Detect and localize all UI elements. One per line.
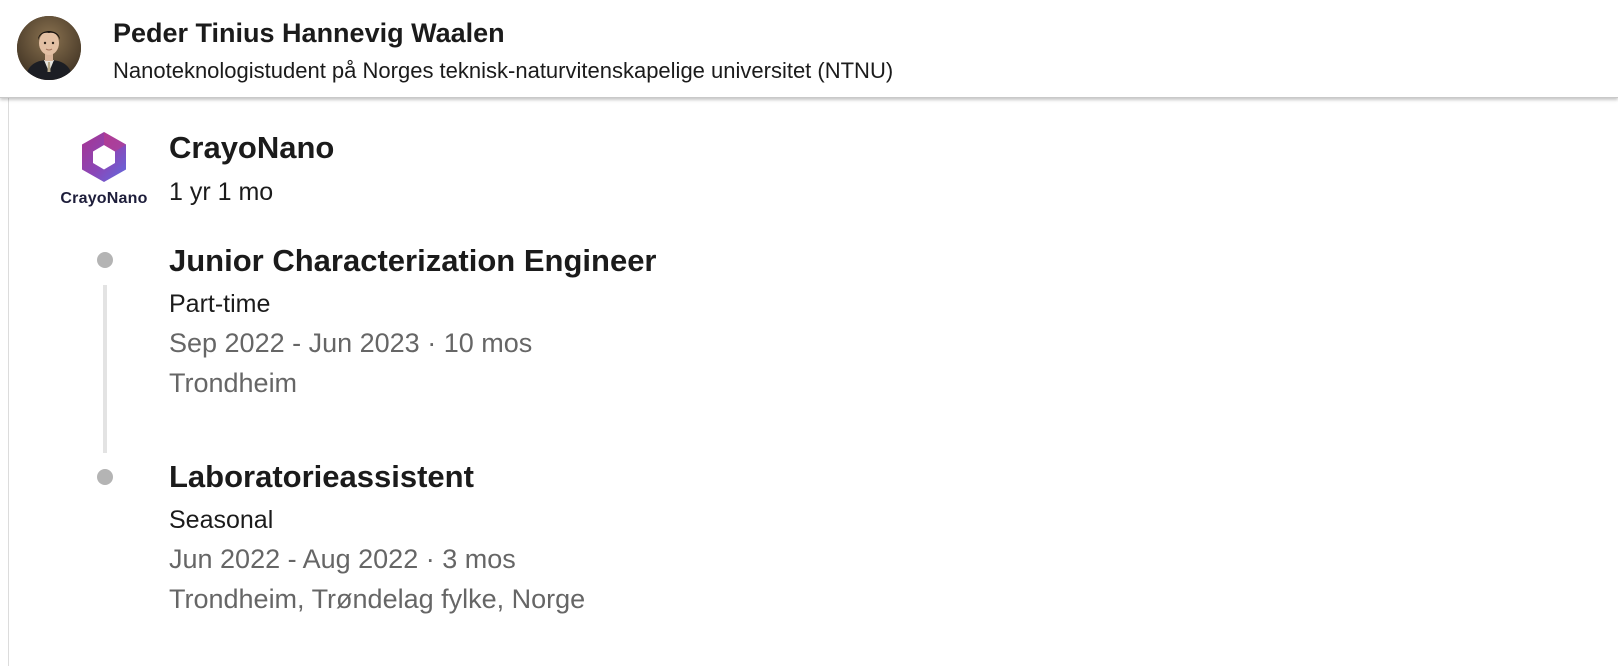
company-total-duration: 1 yr 1 mo bbox=[169, 178, 274, 206]
section-divider bbox=[8, 98, 9, 666]
position-title[interactable]: Laboratorieassistent bbox=[169, 459, 474, 495]
timeline-line bbox=[103, 285, 107, 453]
company-logo-wordmark: CrayoNano bbox=[60, 190, 148, 207]
timeline-dot bbox=[97, 252, 113, 268]
position-location: Trondheim, Trøndelag fylke, Norge bbox=[169, 584, 586, 614]
crayonano-hexagon-icon bbox=[82, 132, 126, 182]
position-dates: Sep 2022 - Jun 2023 · 10 mos bbox=[169, 328, 533, 358]
position-employment-type: Part-time bbox=[169, 290, 271, 318]
profile-headline: Nanoteknologistudent på Norges teknisk-n… bbox=[113, 58, 894, 83]
timeline-dot bbox=[97, 469, 113, 485]
profile-name: Peder Tinius Hannevig Waalen bbox=[113, 18, 505, 48]
position-employment-type: Seasonal bbox=[169, 506, 274, 534]
avatar-photo-icon bbox=[17, 16, 81, 80]
experience-page: Peder Tinius Hannevig Waalen Nanoteknolo… bbox=[0, 0, 1618, 666]
position-dates: Jun 2022 - Aug 2022 · 3 mos bbox=[169, 544, 516, 574]
position-title[interactable]: Junior Characterization Engineer bbox=[169, 243, 657, 279]
avatar[interactable] bbox=[17, 16, 81, 80]
company-logo[interactable]: CrayoNano bbox=[54, 130, 154, 214]
position-location: Trondheim bbox=[169, 368, 298, 398]
company-name[interactable]: CrayoNano bbox=[169, 130, 334, 166]
profile-sticky-header: Peder Tinius Hannevig Waalen Nanoteknolo… bbox=[0, 0, 1618, 98]
